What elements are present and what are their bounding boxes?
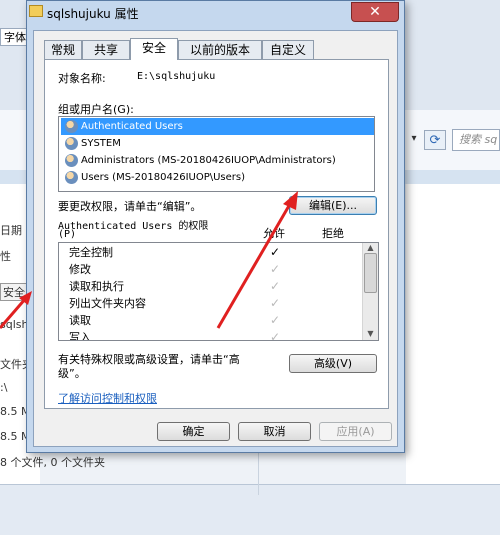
tab-security[interactable]: 安全: [130, 38, 178, 60]
annotation-arrows: [0, 191, 298, 329]
annotation-arrow-edit: [216, 191, 298, 329]
annotation-arrow-security-tab: [0, 291, 32, 329]
